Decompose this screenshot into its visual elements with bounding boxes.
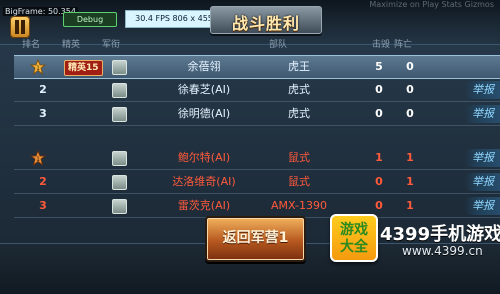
army-rank-icon — [112, 151, 127, 166]
kill-count: 0 — [375, 175, 383, 188]
death-count: 1 — [406, 151, 414, 164]
report-button[interactable]: 举报 — [464, 105, 500, 123]
editor-toolbar-text: Maximize on Play Stats Gizmos — [369, 0, 494, 9]
elite-badge: 精英15 — [64, 60, 103, 76]
kill-header: 击毁 — [372, 40, 391, 50]
player-name: 雷茨克(AI) — [177, 199, 231, 212]
victory-banner: 战斗胜利 — [210, 6, 322, 34]
rank-medal-icon: 1 — [30, 59, 46, 75]
table-row: 3 徐明德(AI) 虎式 0 0 举报 — [14, 103, 500, 126]
death-count: 0 — [406, 60, 414, 73]
svg-text:1: 1 — [36, 156, 40, 163]
game-logo-icon: 游戏 大全 — [330, 214, 378, 262]
player-name: 达洛维奇(AI) — [172, 175, 236, 188]
rank-number: 2 — [39, 175, 47, 188]
death-count: 0 — [406, 83, 414, 96]
table-row: 2 徐春芝(AI) 虎式 0 0 举报 — [14, 79, 500, 102]
death-count: 0 — [406, 107, 414, 120]
player-name: 鲍尔特(AI) — [177, 151, 231, 164]
victory-title: 战斗胜利 — [231, 14, 300, 33]
elite-header: 精英 — [62, 40, 81, 50]
kill-count: 0 — [375, 107, 383, 120]
corps-name: 虎式 — [288, 83, 310, 96]
report-button[interactable]: 举报 — [464, 197, 500, 215]
rank-number: 3 — [39, 199, 47, 212]
corps-name: 虎式 — [288, 107, 310, 120]
army-rank-icon — [112, 175, 127, 190]
player-name: 徐明德(AI) — [177, 107, 231, 120]
rank-medal-icon: 1 — [30, 150, 46, 166]
death-count: 1 — [406, 175, 414, 188]
death-header: 阵亡 — [394, 40, 413, 50]
svg-text:1: 1 — [36, 65, 40, 72]
army-rank-icon — [112, 107, 127, 122]
kill-count: 0 — [375, 83, 383, 96]
report-button[interactable]: 举报 — [464, 81, 500, 99]
player-name: 徐春芝(AI) — [177, 83, 231, 96]
corps-name: 鼠式 — [288, 151, 310, 164]
army-rank-icon — [112, 60, 127, 75]
report-button[interactable]: 举报 — [464, 173, 500, 191]
report-button[interactable]: 举报 — [464, 149, 500, 167]
debug-button[interactable]: Debug — [63, 12, 117, 27]
pause-button[interactable] — [10, 16, 30, 38]
table-header: 排名 精英 军衔 部队 击毁 阵亡 — [14, 37, 500, 51]
player-name: 余蓓翎 — [187, 60, 221, 73]
table-row: 1 精英15 余蓓翎 虎王 5 0 — [14, 55, 500, 79]
table-row: 2 达洛维奇(AI) 鼠式 0 1 举报 — [14, 171, 500, 194]
corps-name: 鼠式 — [288, 175, 310, 188]
rank-header: 排名 — [22, 40, 41, 50]
logo-title: 4399手机游戏网 — [380, 224, 500, 245]
table-row: 1 鲍尔特(AI) 鼠式 1 1 举报 — [14, 147, 500, 170]
army-rank-icon — [112, 83, 127, 98]
logo-url: www.4399.cn — [402, 244, 483, 258]
rank-number: 3 — [39, 107, 47, 120]
return-to-barracks-button[interactable]: 返回军营1 — [205, 216, 306, 262]
corps-name: 虎王 — [288, 60, 310, 73]
kill-count: 5 — [375, 60, 383, 73]
logo-line2: 大全 — [340, 239, 368, 255]
corps-header: 部队 — [269, 40, 288, 50]
site-logo: 游戏 大全 4399手机游戏网 www.4399.cn — [330, 214, 500, 293]
army-rank-header: 军衔 — [102, 40, 121, 50]
fps-readout: 30.4 FPS 806 x 455 — [125, 10, 223, 28]
army-rank-icon — [112, 199, 127, 214]
kill-count: 1 — [375, 151, 383, 164]
rank-number: 2 — [39, 83, 47, 96]
